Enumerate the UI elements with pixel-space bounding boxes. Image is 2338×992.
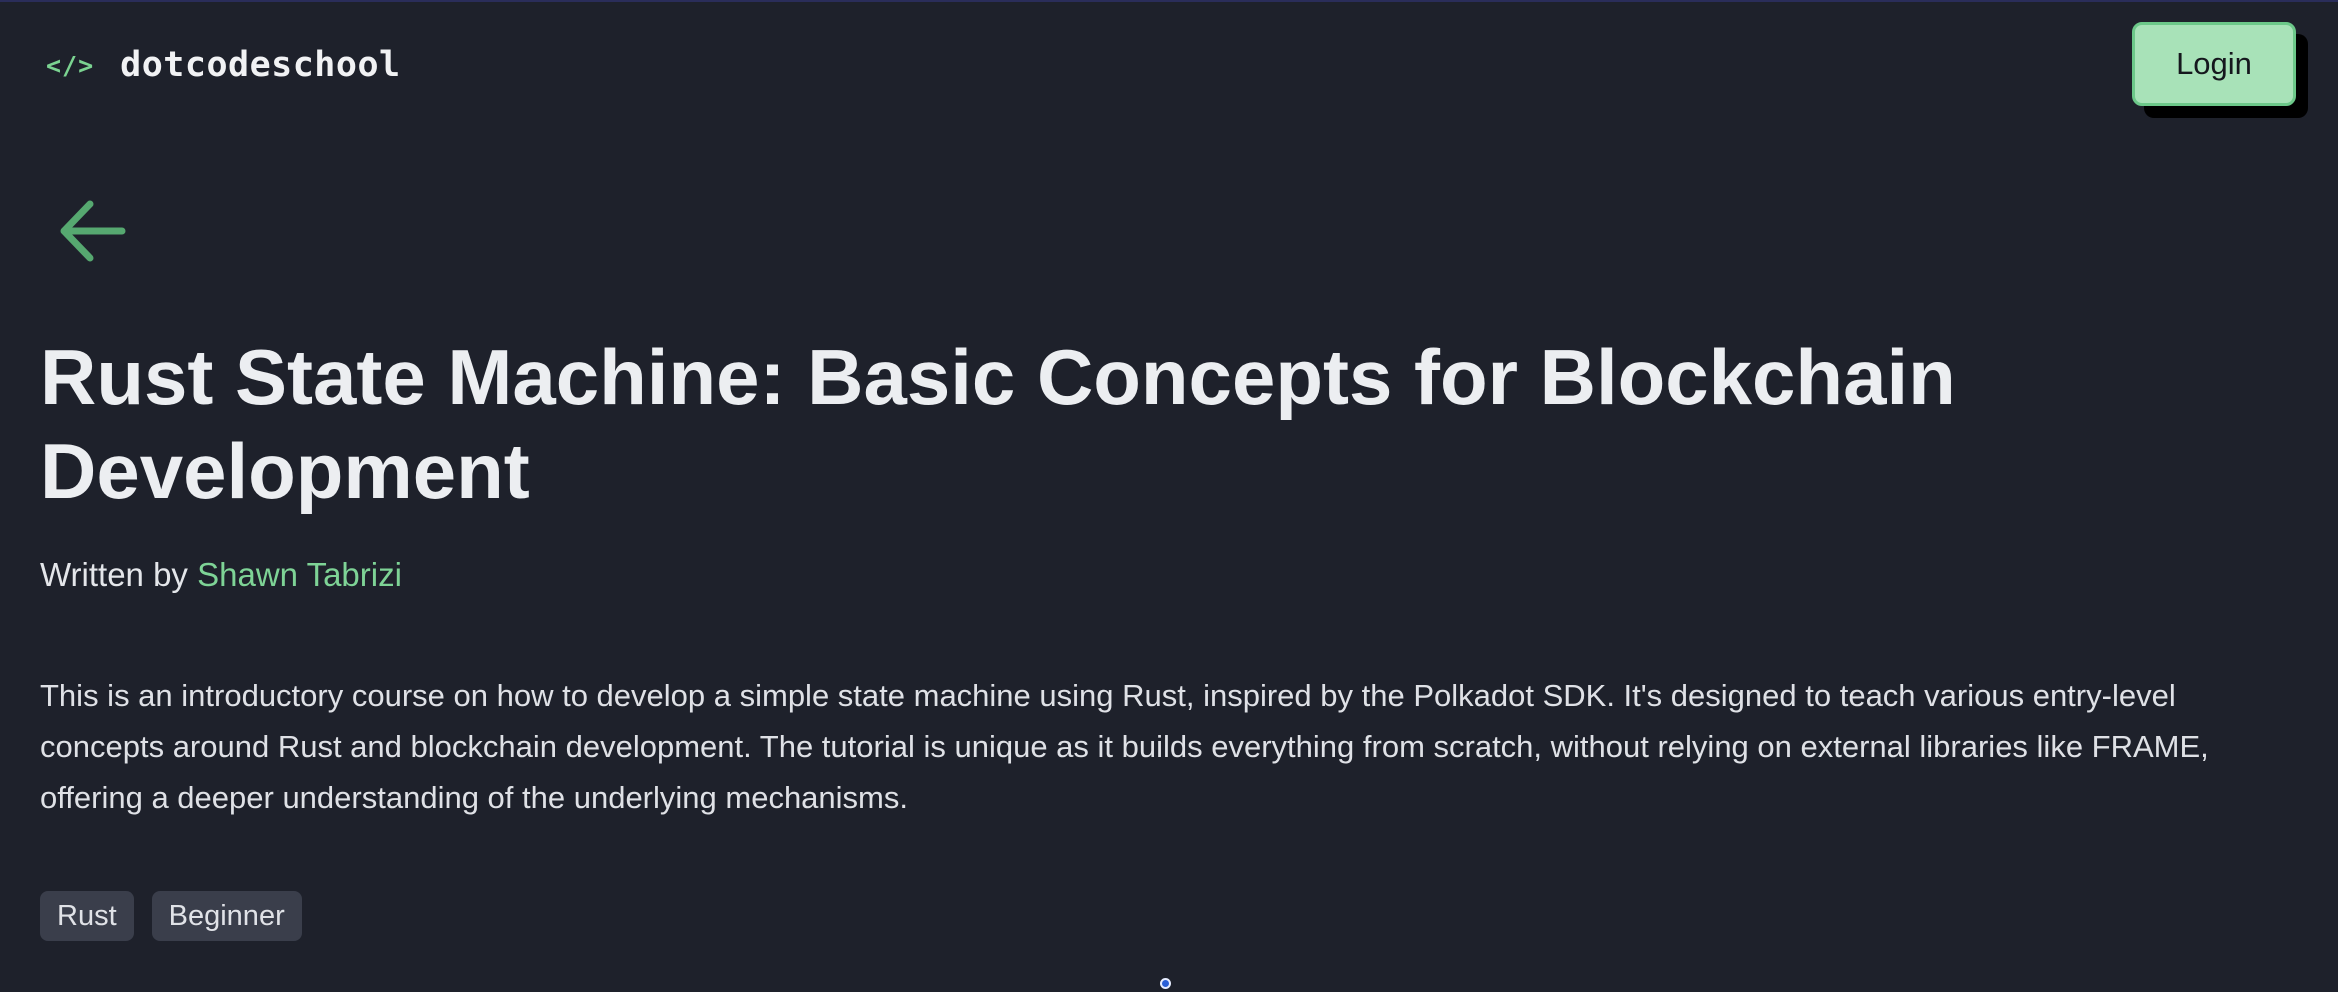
course-title: Rust State Machine: Basic Concepts for B…: [40, 333, 1956, 515]
byline-prefix: Written by: [40, 556, 198, 593]
course-byline: Written by Shawn Tabrizi: [40, 553, 402, 597]
tag-beginner: Beginner: [151, 891, 302, 941]
author-link[interactable]: Shawn Tabrizi: [197, 556, 402, 593]
back-arrow-icon[interactable]: [56, 196, 128, 266]
login-button-wrapper: Login: [2132, 22, 2308, 118]
code-brackets-icon: </>: [46, 50, 95, 80]
course-description: This is an introductory course on how to…: [40, 678, 2209, 815]
mouse-cursor: [1160, 978, 1171, 989]
login-button[interactable]: Login: [2132, 22, 2296, 106]
site-logo[interactable]: </> dotcodeschool: [46, 40, 401, 90]
logo-text: dotcodeschool: [120, 45, 401, 85]
tag-rust: Rust: [40, 891, 134, 941]
top-border: [0, 0, 2338, 2]
course-tags: Rust Beginner: [40, 891, 302, 941]
